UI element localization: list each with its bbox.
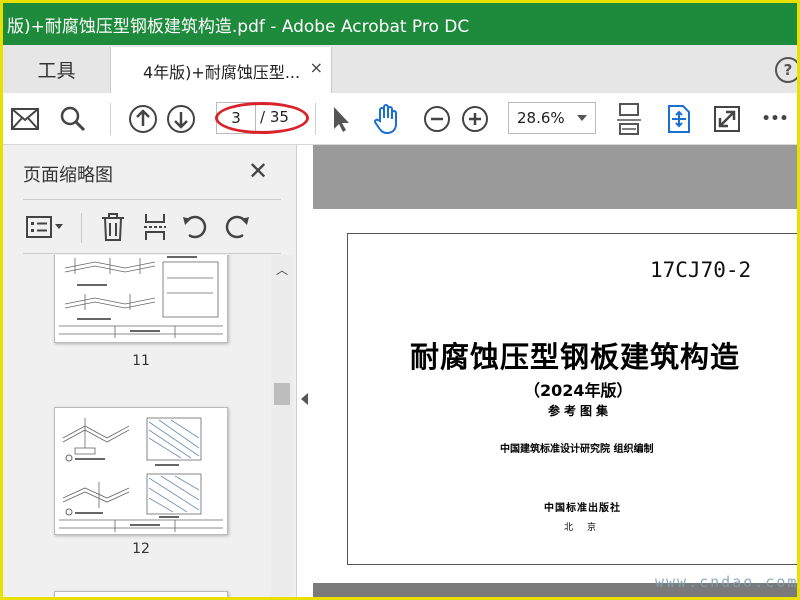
pdf-page: 17CJ70-2 耐腐蚀压型钢板建筑构造 （2024年版） 参考图集 中国建筑标… bbox=[313, 209, 797, 583]
document-view[interactable]: 17CJ70-2 耐腐蚀压型钢板建筑构造 （2024年版） 参考图集 中国建筑标… bbox=[313, 145, 797, 597]
panel-toolbar bbox=[3, 203, 297, 251]
document-edition: （2024年版） bbox=[524, 381, 633, 400]
more-options-icon[interactable]: ••• bbox=[759, 103, 791, 135]
document-title: 耐腐蚀压型钢板建筑构造 bbox=[410, 340, 741, 374]
zoom-in-icon[interactable] bbox=[459, 103, 491, 135]
zoom-value: 28.6% bbox=[517, 109, 565, 127]
highlight-oval bbox=[215, 102, 309, 134]
hand-tool-icon[interactable] bbox=[371, 103, 403, 135]
toolbar-divider bbox=[315, 103, 316, 135]
tab-tools[interactable]: 工具 bbox=[3, 45, 110, 93]
scrolling-mode-icon[interactable] bbox=[663, 103, 695, 135]
zoom-dropdown[interactable]: 28.6% bbox=[508, 102, 596, 134]
chevron-down-icon bbox=[577, 115, 587, 121]
collapse-panel-icon[interactable] bbox=[301, 393, 308, 405]
tab-bar: 工具 4年版)+耐腐蚀压型... × ? bbox=[3, 45, 797, 93]
chevron-up-icon[interactable]: ︿ bbox=[276, 261, 288, 278]
extract-pages-icon[interactable] bbox=[139, 211, 171, 243]
full-screen-icon[interactable] bbox=[711, 103, 743, 135]
page-thumbnail-11[interactable] bbox=[54, 255, 228, 343]
help-icon[interactable]: ? bbox=[775, 57, 797, 83]
tab-document-label: 4年版)+耐腐蚀压型... bbox=[143, 63, 301, 82]
title-bar: 版)+耐腐蚀压型钢板建筑构造.pdf - Adobe Acrobat Pro D… bbox=[3, 3, 797, 45]
rotate-left-icon[interactable] bbox=[179, 211, 211, 243]
thumbnail-label: 11 bbox=[132, 353, 150, 369]
page-thumbnail-next[interactable] bbox=[54, 591, 228, 597]
page-thumbnails-panel: 页面缩略图 ✕ 11 12 ︿ bbox=[3, 145, 297, 597]
toolbar-divider bbox=[110, 103, 111, 135]
document-code: 17CJ70-2 bbox=[650, 258, 752, 282]
select-cursor-icon[interactable] bbox=[325, 103, 357, 135]
page-thumbnail-12[interactable] bbox=[54, 407, 228, 535]
panel-title: 页面缩略图 bbox=[23, 165, 113, 186]
panel-divider bbox=[23, 253, 281, 254]
delete-icon[interactable] bbox=[97, 211, 129, 243]
tab-document[interactable]: 4年版)+耐腐蚀压型... × bbox=[110, 47, 332, 93]
options-menu-icon[interactable] bbox=[25, 211, 65, 243]
tab-close-icon[interactable]: × bbox=[310, 58, 323, 77]
thumbnail-list: 11 12 bbox=[3, 255, 271, 597]
window-title: 版)+耐腐蚀压型钢板建筑构造.pdf - Adobe Acrobat Pro D… bbox=[7, 17, 470, 37]
document-organizer: 中国建筑标准设计研究院 组织编制 bbox=[500, 444, 654, 455]
scrollbar-thumb[interactable] bbox=[274, 383, 290, 405]
panel-close-icon[interactable]: ✕ bbox=[248, 157, 268, 185]
email-icon[interactable] bbox=[9, 103, 41, 135]
fit-width-icon[interactable] bbox=[613, 103, 645, 135]
search-icon[interactable] bbox=[57, 103, 89, 135]
previous-page-icon[interactable] bbox=[127, 103, 159, 135]
thumbnail-label: 12 bbox=[132, 541, 150, 557]
watermark: www.cndao.com bbox=[655, 573, 797, 591]
document-city: 北京 bbox=[564, 523, 611, 533]
rotate-right-icon[interactable] bbox=[221, 211, 253, 243]
next-page-icon[interactable] bbox=[165, 103, 197, 135]
document-subtitle: 参考图集 bbox=[548, 404, 613, 418]
thumbnail-scrollbar[interactable]: ︿ bbox=[271, 255, 293, 597]
panel-divider bbox=[23, 199, 281, 200]
zoom-out-icon[interactable] bbox=[421, 103, 453, 135]
panel-divider bbox=[81, 213, 82, 243]
main-toolbar: 3 / 35 28.6% ••• bbox=[3, 93, 797, 145]
document-publisher: 中国标准出版社 bbox=[544, 503, 621, 514]
acrobat-window: 版)+耐腐蚀压型钢板建筑构造.pdf - Adobe Acrobat Pro D… bbox=[3, 3, 797, 597]
page-border: 17CJ70-2 耐腐蚀压型钢板建筑构造 （2024年版） 参考图集 中国建筑标… bbox=[347, 233, 797, 565]
